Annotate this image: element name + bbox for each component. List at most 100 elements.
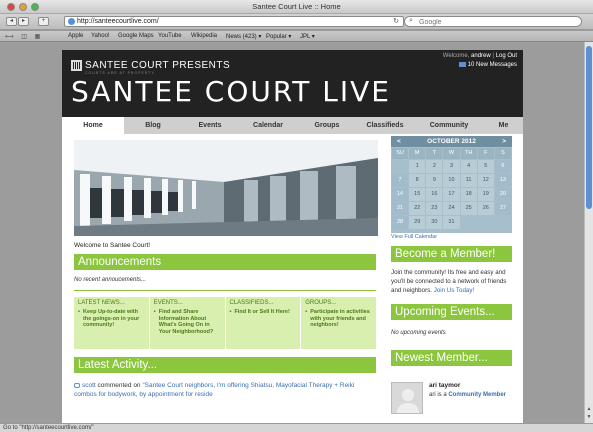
search-bar[interactable]: ⌕	[404, 16, 582, 27]
address-bar[interactable]: http://santeecourtlive.com/ ↻	[64, 16, 404, 27]
nav-calendar[interactable]: Calendar	[238, 117, 298, 134]
calendar-date-cell[interactable]: 10	[443, 174, 460, 187]
column-heading: LATEST NEWS...	[78, 300, 125, 306]
calendar-date-cell[interactable]: 30	[426, 216, 443, 229]
calendar-month: OCTOBER 2012	[427, 138, 476, 145]
nav-home[interactable]: Home	[62, 117, 124, 134]
calendar-empty-cell	[495, 216, 511, 229]
site-logo[interactable]: SANTEE COURT LIVE	[71, 75, 391, 109]
calendar-date-cell[interactable]: 27	[494, 202, 511, 215]
activity-user-link[interactable]: scott	[82, 382, 96, 389]
calendar-date-cell[interactable]: 1	[409, 160, 426, 173]
nav-community[interactable]: Community	[414, 117, 484, 134]
search-input[interactable]	[419, 18, 569, 26]
page-viewport: Welcome, andrew | Log Out 10 New Message…	[0, 42, 584, 423]
column-classifieds[interactable]: CLASSIFIEDS... Find It or Sell It Here!	[226, 297, 302, 349]
column-text: Participate in activities with your frie…	[305, 309, 372, 329]
member-name-link[interactable]: ari taymor	[429, 382, 460, 389]
calendar-day-header: S	[494, 148, 511, 159]
bookmarks-icon[interactable]: ⟷ ◫ ▦	[5, 33, 43, 40]
calendar-date-cell[interactable]: 4	[460, 160, 477, 173]
scrollbar-thumb[interactable]	[586, 46, 592, 209]
calendar-date-cell[interactable]: 2	[426, 160, 443, 173]
calendar-next-button[interactable]: >	[502, 136, 506, 147]
calendar-empty-cell	[478, 216, 494, 229]
nav-events[interactable]: Events	[182, 117, 238, 134]
calendar-date-cell[interactable]: 24	[443, 202, 460, 215]
nav-blog[interactable]: Blog	[124, 117, 182, 134]
logo-icon	[71, 60, 82, 71]
bookmark-wikipedia[interactable]: Wikipedia	[191, 33, 217, 39]
calendar-date-cell[interactable]: 20	[494, 188, 511, 201]
column-latest-news[interactable]: LATEST NEWS... Keep Up-to-date with the …	[74, 297, 150, 349]
site-icon	[68, 18, 75, 25]
nav-classifieds[interactable]: Classifieds	[356, 117, 414, 134]
upcoming-events-heading: Upcoming Events...	[391, 304, 512, 320]
announcements-heading: Announcements	[74, 254, 376, 270]
browser-window: Santee Court Live :: Home ◂ ▸ + http://s…	[0, 0, 593, 432]
calendar-date-cell[interactable]: 22	[409, 202, 426, 215]
calendar-date-cell[interactable]: 12	[477, 174, 494, 187]
logo-prefix-text: SANTEE COURT PRESENTS	[85, 60, 231, 71]
calendar-date-cell[interactable]: 23	[426, 202, 443, 215]
bookmark-apple[interactable]: Apple	[68, 33, 83, 39]
calendar-day-header: T	[426, 148, 443, 159]
activity-verb: commented on	[97, 382, 141, 389]
forward-button[interactable]: ▸	[18, 17, 29, 26]
activity-item: scott commented on "Santee Court neighbo…	[74, 381, 376, 399]
calendar-prev-button[interactable]: <	[397, 136, 401, 147]
reload-icon[interactable]: ↻	[393, 17, 399, 25]
calendar-date-cell[interactable]: 21	[392, 202, 409, 215]
calendar-date-cell[interactable]: 29	[409, 216, 426, 229]
calendar-date-cell[interactable]: 3	[443, 160, 460, 173]
bookmark-youtube[interactable]: YouTube	[158, 33, 182, 39]
calendar-date-cell[interactable]: 28	[392, 216, 409, 229]
calendar-date-cell[interactable]: 26	[477, 202, 494, 215]
bookmarks-bar: ⟷ ◫ ▦ Apple Yahoo! Google Maps YouTube W…	[0, 31, 593, 42]
add-bookmark-button[interactable]: +	[38, 17, 49, 26]
no-events-text: No upcoming events	[391, 330, 446, 336]
calendar-date-cell[interactable]: 11	[460, 174, 477, 187]
messages-link[interactable]: 10 New Messages	[458, 62, 517, 68]
calendar-date-cell[interactable]: 6	[494, 160, 511, 173]
username-link[interactable]: andrew	[471, 53, 491, 59]
calendar-date-cell[interactable]: 31	[443, 216, 460, 229]
member-text-block: Join the community! Its free and easy an…	[391, 268, 512, 295]
calendar-date-cell[interactable]: 16	[426, 188, 443, 201]
column-groups[interactable]: GROUPS... Participate in activities with…	[301, 297, 376, 349]
member-role: Community Member	[448, 392, 507, 398]
bookmark-yahoo[interactable]: Yahoo!	[91, 33, 110, 39]
column-events[interactable]: EVENTS... Find and Share Information Abo…	[150, 297, 226, 349]
view-full-calendar-link[interactable]: View Full Calendar	[391, 234, 437, 240]
site-header: Welcome, andrew | Log Out 10 New Message…	[62, 50, 523, 117]
bookmark-news[interactable]: News (423) ▾	[226, 33, 261, 40]
logout-link[interactable]: Log Out	[496, 53, 517, 59]
calendar-date-cell[interactable]: 7	[392, 174, 409, 187]
calendar-date-cell[interactable]: 17	[443, 188, 460, 201]
scroll-up-icon[interactable]: ▲	[586, 406, 592, 412]
calendar-date-cell[interactable]: 13	[494, 174, 511, 187]
calendar-date-cell[interactable]: 9	[426, 174, 443, 187]
member-role-prefix: ari is a	[429, 392, 447, 398]
avatar[interactable]	[391, 382, 423, 414]
calendar-day-header: M	[409, 148, 426, 159]
nav-me[interactable]: Me	[484, 117, 523, 134]
bookmark-jpl[interactable]: JPL ▾	[300, 33, 315, 40]
calendar-date-cell[interactable]: 5	[477, 160, 494, 173]
column-heading: EVENTS...	[153, 300, 183, 306]
back-button[interactable]: ◂	[6, 17, 17, 26]
calendar-date-cell[interactable]: 18	[460, 188, 477, 201]
nav-groups[interactable]: Groups	[298, 117, 356, 134]
welcome-message: Welcome to Santee Court!	[74, 242, 151, 249]
scroll-down-icon[interactable]: ▼	[586, 414, 592, 420]
browser-toolbar: ◂ ▸ + http://santeecourtlive.com/ ↻ ⌕	[0, 14, 593, 30]
bookmark-google-maps[interactable]: Google Maps	[118, 33, 154, 39]
join-link[interactable]: Join Us Today!	[434, 287, 474, 294]
calendar-date-cell[interactable]: 14	[392, 188, 409, 201]
calendar-date-cell[interactable]: 19	[477, 188, 494, 201]
calendar-date-cell[interactable]: 25	[460, 202, 477, 215]
calendar-date-cell[interactable]: 15	[409, 188, 426, 201]
calendar-date-cell[interactable]: 8	[409, 174, 426, 187]
page-scrollbar[interactable]: ▲ ▼	[584, 42, 593, 423]
bookmark-popular[interactable]: Popular ▾	[266, 33, 291, 40]
